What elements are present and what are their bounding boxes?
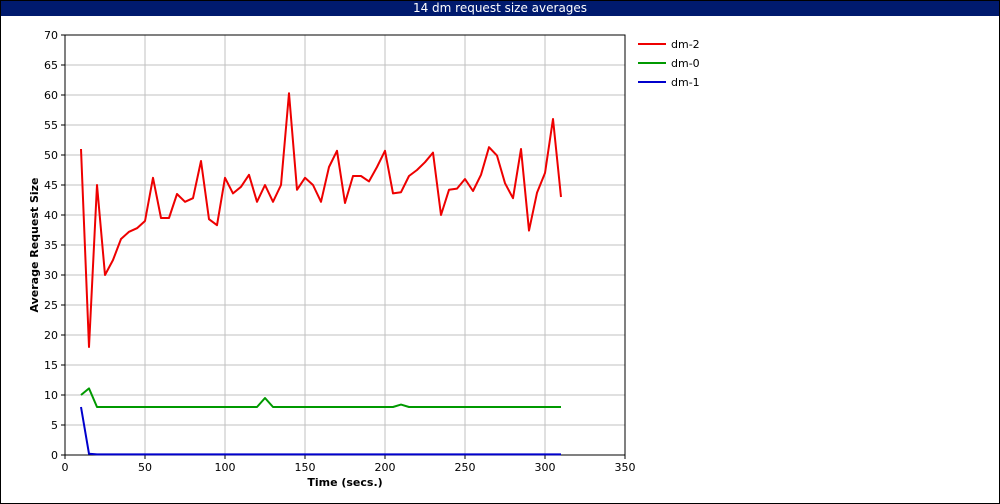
y-tick-label: 70 [44, 29, 58, 42]
y-tick-label: 65 [44, 59, 58, 72]
x-tick-label: 0 [62, 461, 69, 474]
y-tick-label: 20 [44, 329, 58, 342]
x-tick-label: 350 [615, 461, 636, 474]
x-tick-label: 250 [455, 461, 476, 474]
y-tick-label: 35 [44, 239, 58, 252]
y-tick-label: 60 [44, 89, 58, 102]
y-tick-label: 50 [44, 149, 58, 162]
x-axis: 0 50 100 150 200 250 300 350 [62, 455, 636, 474]
y-tick-label: 5 [51, 419, 58, 432]
y-tick-label: 15 [44, 359, 58, 372]
x-tick-label: 150 [295, 461, 316, 474]
y-axis: 0 5 10 15 20 25 30 35 40 45 50 55 60 65 70 [44, 29, 65, 462]
y-tick-label: 40 [44, 209, 58, 222]
grid [65, 35, 625, 455]
x-axis-label: Time (secs.) [307, 476, 382, 489]
y-tick-label: 10 [44, 389, 58, 402]
series-line-dm-0 [80, 387, 561, 408]
line-chart: 0 50 100 150 200 250 300 350 0 5 10 15 20 25 30 35 40 45… [28, 29, 700, 489]
legend-label-dm-0: dm-0 [671, 57, 700, 70]
y-tick-label: 55 [44, 119, 58, 132]
y-tick-label: 0 [51, 449, 58, 462]
series-lines [80, 92, 562, 456]
x-tick-label: 300 [535, 461, 556, 474]
y-tick-label: 30 [44, 269, 58, 282]
series-line-dm-1 [80, 406, 561, 456]
x-tick-label: 50 [138, 461, 152, 474]
y-axis-label: Average Request Size [28, 177, 41, 312]
x-tick-label: 200 [375, 461, 396, 474]
y-tick-label: 45 [44, 179, 58, 192]
legend-label-dm-1: dm-1 [671, 76, 700, 89]
legend: dm-2 dm-0 dm-1 [638, 38, 700, 89]
series-line-dm-2 [80, 92, 562, 348]
y-tick-label: 25 [44, 299, 58, 312]
x-tick-label: 100 [215, 461, 236, 474]
legend-label-dm-2: dm-2 [671, 38, 700, 51]
